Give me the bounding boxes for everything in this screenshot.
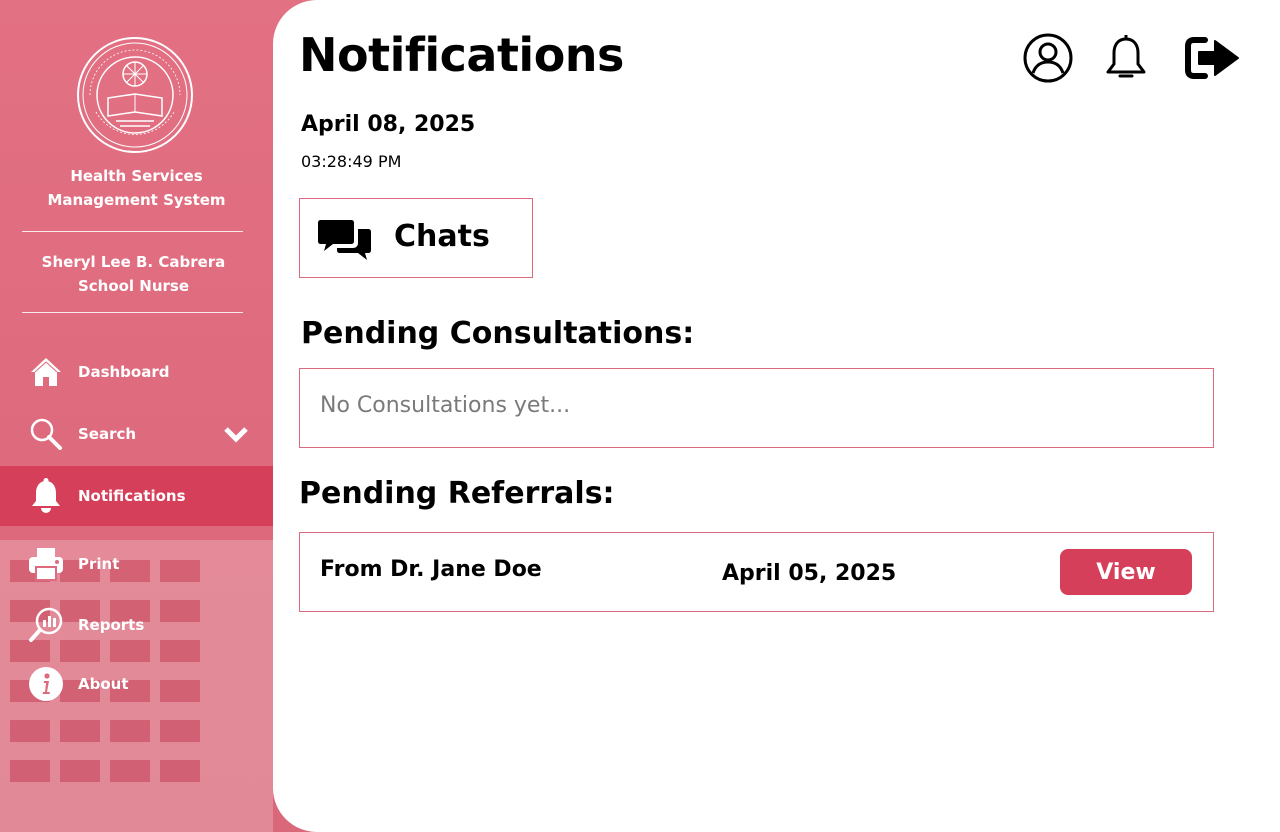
printer-icon	[28, 546, 64, 582]
user-name: Sheryl Lee B. Cabrera	[41, 253, 226, 271]
home-icon	[28, 354, 64, 390]
user-role: School Nurse	[77, 277, 190, 295]
referral-date: April 05, 2025	[722, 561, 897, 586]
main-content: Notifications April 08, 2025 03:28:49 PM…	[273, 0, 1280, 832]
referral-row: From Dr. Jane Doe April 05, 2025 View	[299, 532, 1214, 612]
app-name-line1: Health Services	[70, 167, 203, 185]
user-profile-icon[interactable]	[1022, 32, 1074, 84]
chevron-down-icon[interactable]	[222, 424, 250, 444]
sidebar-item-label: About	[78, 675, 129, 693]
info-icon	[28, 666, 64, 702]
user-info: Sheryl Lee B. Cabrera School Nurse	[0, 250, 267, 298]
sidebar-item-dashboard[interactable]: Dashboard	[0, 342, 273, 402]
sidebar-item-label: Search	[78, 425, 137, 443]
sidebar-divider	[22, 312, 243, 313]
bell-icon	[28, 478, 64, 514]
sidebar-item-about[interactable]: About	[0, 654, 273, 714]
sidebar-item-label: Print	[78, 555, 120, 573]
sidebar-item-notifications[interactable]: Notifications	[0, 466, 273, 526]
university-seal-logo	[77, 37, 193, 153]
app-name-line2: Management System	[47, 191, 226, 209]
current-time: 03:28:49 PM	[301, 152, 402, 171]
reports-icon	[28, 607, 64, 643]
logout-icon[interactable]	[1185, 32, 1241, 84]
sidebar-divider	[22, 231, 243, 232]
app-name: Health Services Management System	[0, 164, 273, 212]
sidebar-item-label: Dashboard	[78, 363, 170, 381]
sidebar-item-label: Notifications	[78, 487, 186, 505]
bell-icon[interactable]	[1100, 32, 1152, 84]
sidebar-item-search[interactable]: Search	[0, 404, 273, 464]
sidebar: Health Services Management System Sheryl…	[0, 0, 320, 832]
consultations-empty-message: No Consultations yet...	[320, 393, 571, 418]
view-referral-button[interactable]: View	[1060, 549, 1192, 595]
current-date: April 08, 2025	[301, 112, 476, 137]
chats-label: Chats	[394, 219, 490, 254]
pending-consultations-title: Pending Consultations:	[301, 316, 695, 351]
pending-referrals-title: Pending Referrals:	[299, 476, 615, 511]
search-icon	[28, 416, 64, 452]
page-title: Notifications	[299, 28, 624, 82]
referral-from: From Dr. Jane Doe	[320, 557, 542, 582]
chats-button[interactable]: Chats	[299, 198, 533, 278]
sidebar-item-label: Reports	[78, 616, 145, 634]
sidebar-item-print[interactable]: Print	[0, 534, 273, 594]
consultations-list: No Consultations yet...	[299, 368, 1214, 448]
chat-bubbles-icon	[318, 220, 371, 260]
sidebar-item-reports[interactable]: Reports	[0, 595, 273, 655]
